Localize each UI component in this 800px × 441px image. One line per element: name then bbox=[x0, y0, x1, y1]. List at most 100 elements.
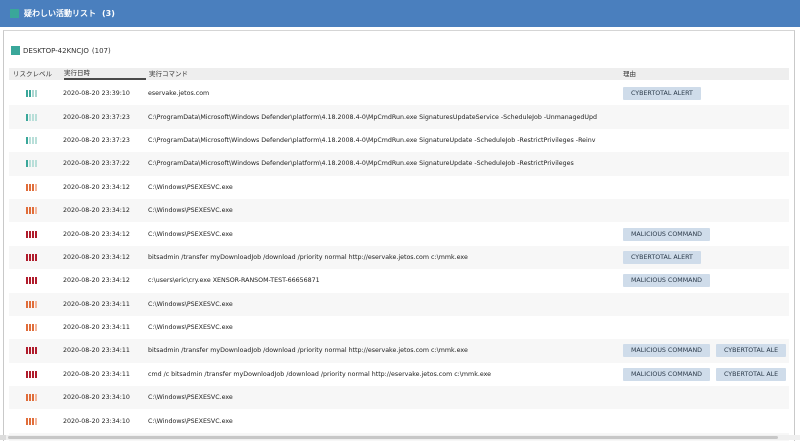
risk-bars-icon bbox=[26, 230, 37, 238]
device-panel: DESKTOP-42KNCJO (107) リスクレベル 実行日時 実行コマンド… bbox=[3, 30, 795, 441]
risk-level-indicator bbox=[26, 316, 46, 339]
list-icon bbox=[10, 9, 19, 18]
risk-bars-icon bbox=[26, 324, 37, 332]
reason-cell bbox=[623, 152, 789, 175]
reason-badge[interactable]: CYBERTOTAL ALERT bbox=[623, 250, 701, 264]
table-row[interactable]: 2020-08-20 23:37:22 C:\ProgramData\Micros… bbox=[9, 152, 789, 176]
reason-badge[interactable]: MALICIOUS COMMAND bbox=[623, 344, 711, 358]
exec-time: 2020-08-20 23:34:12 bbox=[63, 253, 130, 261]
reason-cell bbox=[623, 105, 789, 128]
risk-level-indicator bbox=[26, 222, 46, 245]
risk-bars-icon bbox=[26, 207, 37, 215]
exec-command: C:\Windows\PSEXESVC.exe bbox=[148, 394, 233, 402]
horizontal-scrollbar[interactable] bbox=[0, 435, 800, 440]
table-row[interactable]: 2020-08-20 23:34:12 bitsadmin /transfer m… bbox=[9, 245, 789, 270]
exec-time: 2020-08-20 23:34:11 bbox=[63, 347, 130, 355]
table-row[interactable]: 2020-08-20 23:34:11 cmd /c bitsadmin /tra… bbox=[9, 363, 789, 386]
reason-cell bbox=[623, 199, 789, 222]
risk-level-indicator bbox=[26, 269, 46, 292]
list-header: 疑わしい活動リスト (3) bbox=[0, 0, 800, 27]
risk-level-indicator bbox=[26, 82, 46, 105]
risk-bars-icon bbox=[26, 90, 37, 98]
reason-badge[interactable]: CYBERTOTAL ALERT bbox=[623, 87, 701, 101]
risk-level-indicator bbox=[26, 363, 46, 386]
table-row[interactable]: 2020-08-20 23:34:12 c:\users\eric\cry.exe… bbox=[9, 269, 789, 292]
scroll-left-arrow[interactable] bbox=[0, 435, 6, 440]
table-row[interactable]: 2020-08-20 23:34:11 C:\Windows\PSEXESVC.e… bbox=[9, 292, 789, 316]
risk-bars-icon bbox=[26, 253, 37, 261]
exec-time: 2020-08-20 23:37:23 bbox=[63, 136, 130, 144]
column-reason[interactable]: 理由 bbox=[623, 68, 636, 80]
risk-level-indicator bbox=[26, 293, 46, 316]
exec-time: 2020-08-20 23:37:23 bbox=[63, 113, 130, 121]
risk-level-indicator bbox=[26, 246, 46, 269]
exec-time: 2020-08-20 23:34:12 bbox=[63, 277, 130, 285]
reason-badge[interactable]: MALICIOUS COMMAND bbox=[623, 274, 711, 288]
table-row[interactable]: 2020-08-20 23:34:12 C:\Windows\PSEXESVC.e… bbox=[9, 198, 789, 223]
table-row[interactable]: 2020-08-20 23:37:23 C:\ProgramData\Micros… bbox=[9, 129, 789, 152]
reason-cell: CYBERTOTAL ALERT bbox=[623, 82, 789, 105]
reason-badge[interactable]: MALICIOUS COMMAND bbox=[623, 367, 711, 381]
table-row[interactable]: 2020-08-20 23:34:10 C:\Windows\PSEXESVC.e… bbox=[9, 409, 789, 432]
risk-level-indicator bbox=[26, 129, 46, 152]
column-exec-time[interactable]: 実行日時 bbox=[64, 68, 146, 80]
risk-bars-icon bbox=[26, 300, 37, 308]
reason-cell bbox=[623, 129, 789, 152]
exec-command: C:\Windows\PSEXESVC.exe bbox=[148, 417, 233, 425]
risk-level-indicator bbox=[26, 339, 46, 362]
column-exec-command[interactable]: 実行コマンド bbox=[149, 68, 188, 80]
device-name: DESKTOP-42KNCJO bbox=[23, 46, 89, 55]
list-count: (3) bbox=[102, 9, 115, 18]
exec-time: 2020-08-20 23:39:10 bbox=[63, 90, 130, 98]
device-icon bbox=[11, 46, 20, 55]
exec-command: C:\Windows\PSEXESVC.exe bbox=[148, 183, 233, 191]
reason-cell: MALICIOUS COMMAND CYBERTOTAL ALE bbox=[623, 363, 789, 386]
reason-badge[interactable]: MALICIOUS COMMAND bbox=[623, 227, 711, 241]
table-row[interactable]: 2020-08-20 23:34:12 C:\Windows\PSEXESVC.e… bbox=[9, 222, 789, 245]
risk-bars-icon bbox=[26, 277, 37, 285]
exec-time: 2020-08-20 23:37:22 bbox=[63, 160, 130, 168]
device-count: (107) bbox=[91, 46, 111, 55]
risk-bars-icon bbox=[26, 394, 37, 402]
exec-time: 2020-08-20 23:34:11 bbox=[63, 300, 130, 308]
reason-badge[interactable]: CYBERTOTAL ALE bbox=[716, 367, 787, 381]
scrollbar-thumb[interactable] bbox=[8, 436, 778, 439]
reason-cell: MALICIOUS COMMAND CYBERTOTAL ALE bbox=[623, 339, 789, 362]
exec-time: 2020-08-20 23:34:11 bbox=[63, 370, 130, 378]
exec-command: C:\Windows\PSEXESVC.exe bbox=[148, 207, 233, 215]
risk-bars-icon bbox=[26, 370, 37, 378]
table-row[interactable]: 2020-08-20 23:37:23 C:\ProgramData\Micros… bbox=[9, 105, 789, 129]
risk-level-indicator bbox=[26, 152, 46, 175]
risk-bars-icon bbox=[26, 347, 37, 355]
risk-bars-icon bbox=[26, 113, 37, 121]
exec-command: C:\ProgramData\Microsoft\Windows Defende… bbox=[148, 136, 596, 144]
exec-command: bitsadmin /transfer myDownloadJob /downl… bbox=[148, 347, 468, 355]
exec-command: C:\Windows\PSEXESVC.exe bbox=[148, 230, 233, 238]
reason-badge[interactable]: CYBERTOTAL ALE bbox=[716, 344, 787, 358]
reason-cell bbox=[623, 293, 789, 316]
table-row[interactable]: 2020-08-20 23:39:10 eservake.jetos.com CYB… bbox=[9, 82, 789, 105]
reason-cell bbox=[623, 409, 789, 432]
exec-command: eservake.jetos.com bbox=[148, 90, 210, 98]
list-title: 疑わしい活動リスト bbox=[24, 9, 96, 18]
exec-command: bitsadmin /transfer myDownloadJob /downl… bbox=[148, 253, 468, 261]
reason-cell bbox=[623, 386, 789, 409]
exec-time: 2020-08-20 23:34:12 bbox=[63, 230, 130, 238]
table-row[interactable]: 2020-08-20 23:34:12 C:\Windows\PSEXESVC.e… bbox=[9, 176, 789, 199]
reason-cell: MALICIOUS COMMAND bbox=[623, 269, 789, 292]
exec-command: C:\Windows\PSEXESVC.exe bbox=[148, 300, 233, 308]
risk-level-indicator bbox=[26, 386, 46, 409]
reason-cell: MALICIOUS COMMAND bbox=[623, 222, 789, 245]
device-header: DESKTOP-42KNCJO (107) bbox=[11, 46, 111, 55]
exec-time: 2020-08-20 23:34:10 bbox=[63, 417, 130, 425]
exec-command: C:\ProgramData\Microsoft\Windows Defende… bbox=[148, 160, 574, 168]
table-row[interactable]: 2020-08-20 23:34:11 C:\Windows\PSEXESVC.e… bbox=[9, 316, 789, 339]
table-row[interactable]: 2020-08-20 23:34:10 C:\Windows\PSEXESVC.e… bbox=[9, 386, 789, 410]
exec-command: C:\Windows\PSEXESVC.exe bbox=[148, 324, 233, 332]
risk-level-indicator bbox=[26, 409, 46, 432]
risk-bars-icon bbox=[26, 183, 37, 191]
table-row[interactable]: 2020-08-20 23:34:11 bitsadmin /transfer m… bbox=[9, 339, 789, 363]
column-risk-level[interactable]: リスクレベル bbox=[13, 68, 52, 80]
exec-command: C:\ProgramData\Microsoft\Windows Defende… bbox=[148, 113, 598, 121]
table-body: 2020-08-20 23:39:10 eservake.jetos.com CYB… bbox=[9, 82, 789, 441]
